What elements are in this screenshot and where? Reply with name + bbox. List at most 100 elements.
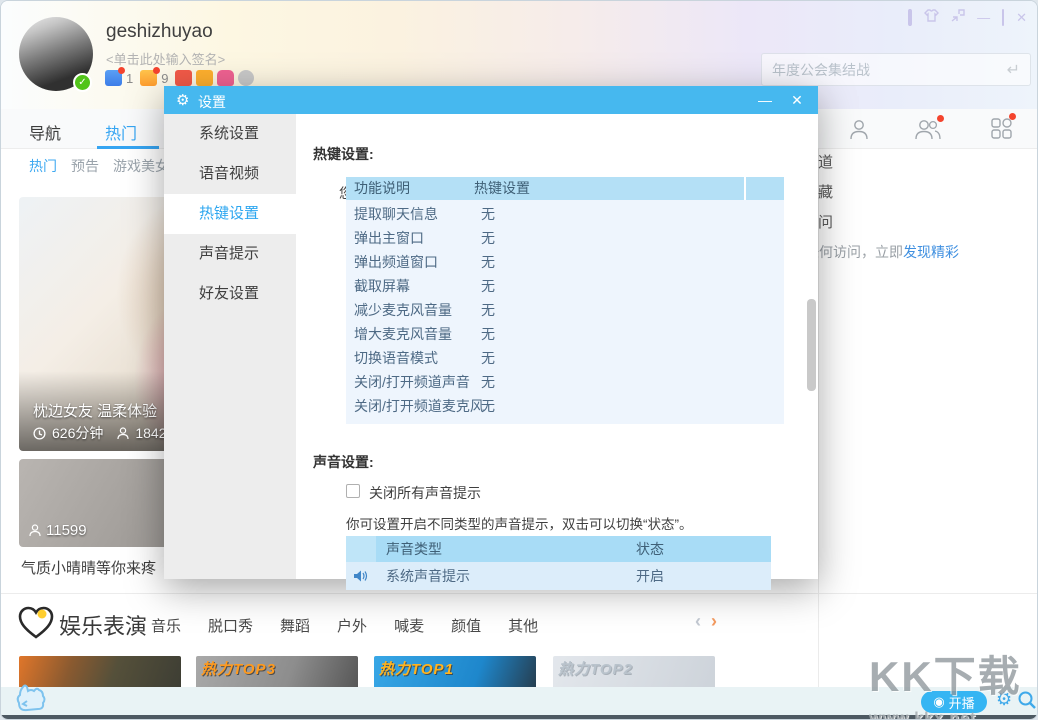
speaker-icon — [353, 569, 368, 583]
subtab-hot[interactable]: 热门 — [29, 156, 57, 176]
ent-tab-outdoor[interactable]: 户外 — [337, 615, 367, 636]
sidebar-item-system[interactable]: 系统设置 — [164, 114, 296, 154]
hotkey-table-header: 功能说明 热键设置 — [346, 177, 784, 200]
subtab-preview[interactable]: 预告 — [71, 156, 99, 176]
sound-status: 开启 — [636, 562, 664, 590]
col-extra — [746, 177, 784, 200]
online-status-check-icon: ✓ — [73, 73, 92, 92]
mute-all-label[interactable]: 关闭所有声音提示 — [369, 483, 481, 503]
settings-gear-icon[interactable]: ⚙ — [996, 689, 1012, 710]
viewer-icon — [117, 427, 129, 440]
search-input[interactable] — [762, 62, 1007, 78]
footer-bar: ◉ 开播 ⚙ — [1, 687, 1038, 715]
game-badge-icon[interactable] — [105, 70, 122, 86]
apps-grid-icon[interactable] — [991, 118, 1012, 144]
dialog-scrollbar-thumb[interactable] — [807, 299, 816, 391]
subtab-game-beauty[interactable]: 游戏美女 — [113, 156, 169, 176]
badge-row: 1 9 — [105, 69, 254, 87]
ent-tab-talkshow[interactable]: 脱口秀 — [208, 615, 253, 636]
ent-tab-rap[interactable]: 喊麦 — [394, 615, 424, 636]
discover-link[interactable]: 发现精彩 — [903, 244, 959, 260]
hotkey-value: 无 — [481, 370, 495, 394]
hotkey-name: 关闭/打开频道声音 — [354, 370, 470, 394]
viewer-icon — [29, 524, 41, 537]
prev-arrow-icon[interactable]: ‹ — [695, 611, 701, 632]
hotkey-row[interactable]: 切换语音模式无 — [346, 346, 784, 370]
hotkey-name: 提取聊天信息 — [354, 202, 438, 226]
sound-row[interactable]: 系统声音提示 开启 — [346, 562, 771, 590]
card-title: 枕边女友 温柔体验 — [33, 400, 157, 421]
rank-label: 热力TOP1 — [379, 658, 454, 679]
game-badge-count: 1 — [126, 71, 133, 86]
close-button[interactable]: ✕ — [1016, 9, 1027, 27]
video-badge-icon[interactable] — [196, 70, 213, 86]
tab-hot[interactable]: 热门 — [105, 120, 137, 144]
search-box: ↵ — [761, 53, 1031, 86]
friends-notification-dot — [937, 115, 944, 122]
entertainment-tabs: 音乐 脱口秀 舞蹈 户外 喊麦 颜值 其他 — [151, 615, 538, 636]
dialog-close-button[interactable]: ✕ — [786, 90, 808, 110]
feedback-icon[interactable] — [908, 9, 912, 27]
tv-badge-icon[interactable] — [175, 70, 192, 86]
ent-tab-looks[interactable]: 颜值 — [451, 615, 481, 636]
hotkey-name: 增大麦克风音量 — [354, 322, 452, 346]
minimize-button[interactable]: — — [977, 9, 990, 27]
hotkey-row[interactable]: 弹出频道窗口无 — [346, 250, 784, 274]
dialog-minimize-button[interactable]: — — [754, 90, 776, 110]
card-title[interactable]: 气质小晴晴等你来疼 — [21, 557, 156, 578]
col-sound-type: 声音类型 — [376, 536, 621, 562]
sidebar-item-friends[interactable]: 好友设置 — [164, 274, 296, 314]
gift-badge-count: 9 — [161, 71, 168, 86]
hotkey-value: 无 — [481, 226, 495, 250]
hotkey-row[interactable]: 关闭/打开频道声音无 — [346, 370, 784, 394]
apps-notification-dot — [1009, 113, 1016, 120]
sidebar-item-hotkeys[interactable]: 热键设置 — [164, 194, 296, 234]
hotkey-name: 截取屏幕 — [354, 274, 410, 298]
dialog-title: 设置 — [198, 92, 226, 112]
entertainment-logo-icon — [17, 605, 55, 646]
ent-tab-other[interactable]: 其他 — [508, 615, 538, 636]
sidebar-item-sound-alerts[interactable]: 声音提示 — [164, 234, 296, 274]
ent-tab-music[interactable]: 音乐 — [151, 615, 181, 636]
hotkey-table: 功能说明 热键设置 提取聊天信息无 弹出主窗口无 弹出频道窗口无 截取屏幕无 减… — [346, 177, 784, 424]
hotkey-value: 无 — [481, 322, 495, 346]
maximize-button[interactable] — [1002, 9, 1004, 27]
hotkey-row[interactable]: 截取屏幕 无 — [346, 274, 784, 298]
rank-label: 热力TOP2 — [558, 658, 633, 679]
col-hotkey: 热键设置 — [474, 177, 530, 200]
tab-navigation[interactable]: 导航 — [29, 120, 61, 144]
hotkey-value: 无 — [481, 346, 495, 370]
dialog-titlebar[interactable]: ⚙ 设置 — ✕ — [164, 86, 818, 114]
bottom-edge-strip — [1, 715, 1038, 720]
pin-layout-icon[interactable] — [951, 9, 965, 27]
mute-all-checkbox[interactable] — [346, 484, 360, 498]
signature-placeholder[interactable]: <单击此处输入签名> — [106, 49, 225, 68]
broadcast-button[interactable]: ◉ 开播 — [921, 691, 987, 713]
disabled-badge-icon[interactable] — [238, 70, 254, 86]
monster-badge-icon[interactable] — [217, 70, 234, 86]
hotkey-name: 减少麦克风音量 — [354, 298, 452, 322]
record-icon: ◉ — [933, 694, 944, 710]
ent-tab-dance[interactable]: 舞蹈 — [280, 615, 310, 636]
hotkey-value: 无 — [481, 274, 495, 298]
section-title: 娱乐表演 — [59, 609, 147, 641]
friends-icon[interactable] — [913, 118, 943, 145]
duration: 626分钟 — [52, 423, 103, 443]
viewer-count: 11599 — [46, 522, 87, 539]
hotkey-row[interactable]: 关闭/打开频道麦克风无 — [346, 394, 784, 418]
hotkey-row[interactable]: 增大麦克风音量 无 — [346, 322, 784, 346]
enter-icon[interactable]: ↵ — [1007, 60, 1030, 80]
hotkey-row[interactable]: 减少麦克风音量无 — [346, 298, 784, 322]
hotkey-name: 关闭/打开频道麦克风 — [354, 394, 484, 418]
app-window: — ✕ ✓ geshizhuyao <单击此处输入签名> 1 9 ↵ 导航 热门 — [0, 0, 1038, 720]
search-magnifier-icon[interactable] — [1017, 690, 1037, 715]
card-stats: 11599 — [29, 522, 87, 539]
hotkey-row[interactable]: 提取聊天信息无 — [346, 202, 784, 226]
hotkey-row[interactable]: 弹出主窗口无 — [346, 226, 784, 250]
sound-hint: 你可设置开启不同类型的声音提示，双击可以切换“状态”。 — [346, 513, 693, 533]
skin-icon[interactable] — [924, 9, 939, 27]
profile-icon[interactable] — [847, 118, 871, 145]
sidebar-item-voice-video[interactable]: 语音视频 — [164, 154, 296, 194]
next-arrow-icon[interactable]: › — [711, 611, 717, 632]
gift-badge-icon[interactable] — [140, 70, 157, 86]
